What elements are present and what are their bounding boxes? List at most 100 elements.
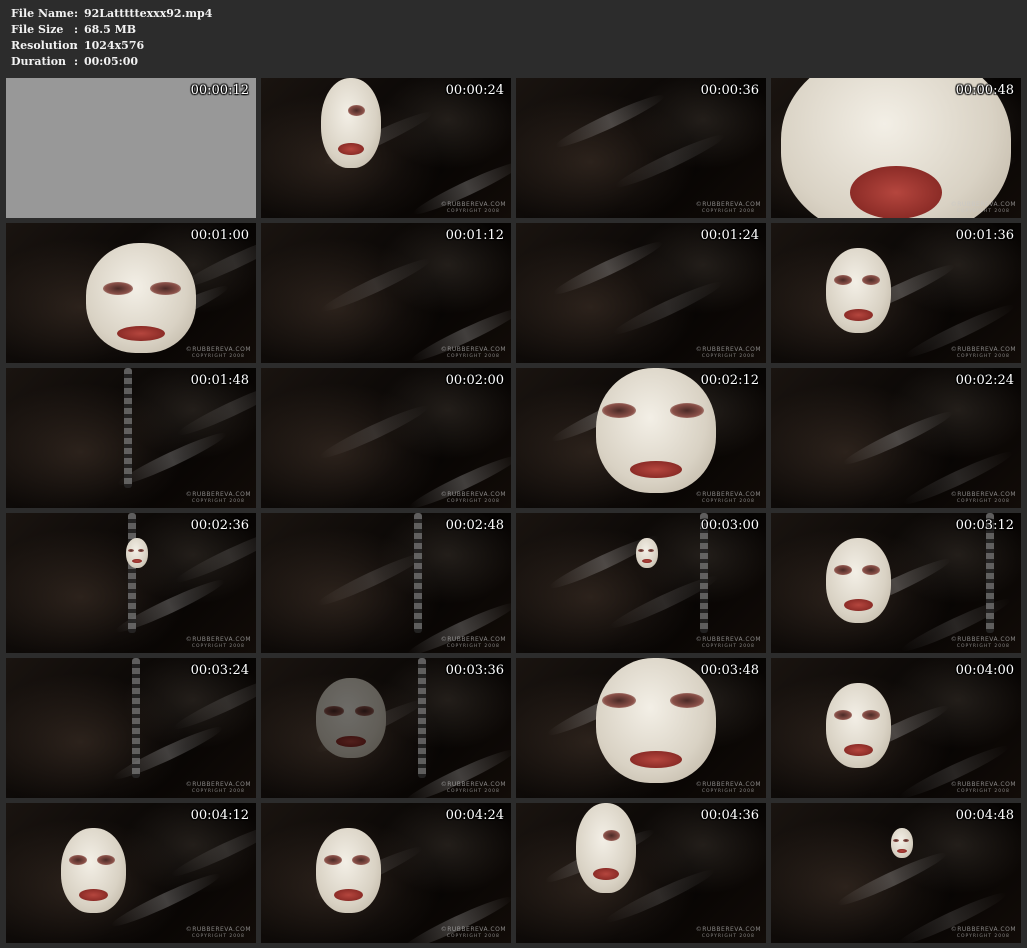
video-thumbnail: ©RUBBEREVA.COM COPYRIGHT 2008 00:03:12 <box>771 513 1021 653</box>
watermark-copyright: COPYRIGHT 2008 <box>191 499 245 504</box>
thumbnail-scene <box>261 513 511 653</box>
mask-eye <box>861 565 880 576</box>
watermark: ©RUBBEREVA.COM COPYRIGHT 2008 <box>696 201 761 215</box>
thumbnail-timestamp: 00:04:12 <box>190 808 249 823</box>
video-thumbnail: ©RUBBEREVA.COM COPYRIGHT 2008 00:04:48 <box>771 803 1021 943</box>
mask-lips <box>897 849 907 854</box>
file-info-label: Resolution <box>11 39 78 52</box>
video-thumbnail: ©RUBBEREVA.COM COPYRIGHT 2008 00:04:36 <box>516 803 766 943</box>
watermark: ©RUBBEREVA.COM COPYRIGHT 2008 <box>186 781 251 795</box>
mask-lips <box>79 889 108 902</box>
thumbnail-timestamp: 00:03:00 <box>700 518 759 533</box>
watermark-copyright: COPYRIGHT 2008 <box>446 789 500 794</box>
mask-eye <box>128 548 135 553</box>
watermark-copyright: COPYRIGHT 2008 <box>191 354 245 359</box>
video-thumbnail: ©RUBBEREVA.COM COPYRIGHT 2008 00:02:24 <box>771 368 1021 508</box>
mask-eye <box>833 565 852 576</box>
watermark-site: ©RUBBEREVA.COM <box>695 201 761 208</box>
mask-lips <box>116 325 166 341</box>
watermark-site: ©RUBBEREVA.COM <box>185 346 251 353</box>
watermark: ©RUBBEREVA.COM COPYRIGHT 2008 <box>441 926 506 940</box>
mask-lips <box>642 559 652 564</box>
mask-lips <box>132 559 142 564</box>
file-info-separator: : <box>74 39 79 52</box>
chain-graphic <box>132 658 140 778</box>
chain-graphic <box>414 513 422 633</box>
thumbnail-timestamp: 00:02:48 <box>445 518 504 533</box>
watermark-copyright: COPYRIGHT 2008 <box>956 934 1010 939</box>
file-info-label: Duration <box>11 55 67 68</box>
watermark-copyright: COPYRIGHT 2008 <box>191 934 245 939</box>
file-info-label: File Size <box>11 23 64 36</box>
mask-eye <box>348 105 365 116</box>
latex-mask-face <box>86 243 196 353</box>
thumbnail-timestamp: 00:01:24 <box>700 228 759 243</box>
watermark-copyright: COPYRIGHT 2008 <box>956 209 1010 214</box>
watermark: ©RUBBEREVA.COM COPYRIGHT 2008 <box>186 346 251 360</box>
thumbnail-timestamp: 00:04:48 <box>955 808 1014 823</box>
thumbnail-timestamp: 00:03:12 <box>955 518 1014 533</box>
file-info-separator: : <box>74 55 79 68</box>
thumbnail-timestamp: 00:00:12 <box>190 83 249 98</box>
mask-eye <box>351 855 370 866</box>
watermark-site: ©RUBBEREVA.COM <box>440 201 506 208</box>
file-info-value: 00:05:00 <box>84 55 139 68</box>
watermark-copyright: COPYRIGHT 2008 <box>701 644 755 649</box>
thumbnail-timestamp: 00:01:00 <box>190 228 249 243</box>
watermark-copyright: COPYRIGHT 2008 <box>956 354 1010 359</box>
watermark: ©RUBBEREVA.COM COPYRIGHT 2008 <box>186 926 251 940</box>
latex-mask-face <box>316 828 381 913</box>
mask-eye <box>648 548 655 553</box>
thumbnail-timestamp: 00:01:48 <box>190 373 249 388</box>
mask-lips <box>850 165 942 218</box>
latex-mask-face <box>636 538 658 568</box>
watermark-copyright: COPYRIGHT 2008 <box>191 789 245 794</box>
thumbnail-timestamp: 00:04:36 <box>700 808 759 823</box>
mask-lips <box>844 744 873 757</box>
thumbnail-timestamp: 00:01:12 <box>445 228 504 243</box>
watermark-copyright: COPYRIGHT 2008 <box>446 934 500 939</box>
watermark: ©RUBBEREVA.COM COPYRIGHT 2008 <box>951 346 1016 360</box>
watermark-site: ©RUBBEREVA.COM <box>950 636 1016 643</box>
mask-eye <box>670 403 704 418</box>
watermark-site: ©RUBBEREVA.COM <box>950 201 1016 208</box>
latex-mask-face <box>316 678 386 758</box>
mask-eye <box>149 281 181 295</box>
video-thumbnail: ©RUBBEREVA.COM COPYRIGHT 2008 00:03:24 <box>6 658 256 798</box>
thumbnail-timestamp: 00:04:24 <box>445 808 504 823</box>
watermark-copyright: COPYRIGHT 2008 <box>446 209 500 214</box>
watermark-site: ©RUBBEREVA.COM <box>950 926 1016 933</box>
watermark-site: ©RUBBEREVA.COM <box>440 491 506 498</box>
video-thumbnail: 00:00:12 <box>6 78 256 218</box>
mask-eye <box>861 275 880 286</box>
watermark-copyright: COPYRIGHT 2008 <box>956 499 1010 504</box>
watermark: ©RUBBEREVA.COM COPYRIGHT 2008 <box>696 636 761 650</box>
chain-graphic <box>128 513 136 633</box>
thumbnail-timestamp: 00:04:00 <box>955 663 1014 678</box>
latex-mask-face <box>321 78 381 168</box>
mask-eye <box>638 548 645 553</box>
mask-eye <box>102 281 134 295</box>
mask-eye <box>833 710 852 721</box>
thumbnail-scene <box>261 223 511 363</box>
watermark-copyright: COPYRIGHT 2008 <box>446 499 500 504</box>
watermark-site: ©RUBBEREVA.COM <box>440 926 506 933</box>
mask-eye <box>324 706 344 716</box>
mask-eye <box>138 548 145 553</box>
latex-mask-face <box>826 248 891 333</box>
video-thumbnail: ©RUBBEREVA.COM COPYRIGHT 2008 00:00:48 <box>771 78 1021 218</box>
video-thumbnail: ©RUBBEREVA.COM COPYRIGHT 2008 00:01:00 <box>6 223 256 363</box>
watermark-site: ©RUBBEREVA.COM <box>185 636 251 643</box>
watermark: ©RUBBEREVA.COM COPYRIGHT 2008 <box>441 636 506 650</box>
watermark-site: ©RUBBEREVA.COM <box>185 491 251 498</box>
thumbnail-timestamp: 00:03:48 <box>700 663 759 678</box>
watermark-copyright: COPYRIGHT 2008 <box>446 354 500 359</box>
chain-graphic <box>418 658 426 778</box>
watermark: ©RUBBEREVA.COM COPYRIGHT 2008 <box>951 491 1016 505</box>
video-thumbnail: ©RUBBEREVA.COM COPYRIGHT 2008 00:01:12 <box>261 223 511 363</box>
chain-graphic <box>124 368 132 488</box>
mask-lips <box>592 867 620 881</box>
video-thumbnail: ©RUBBEREVA.COM COPYRIGHT 2008 00:04:12 <box>6 803 256 943</box>
latex-mask-face <box>826 538 891 623</box>
mask-eye <box>602 403 636 418</box>
